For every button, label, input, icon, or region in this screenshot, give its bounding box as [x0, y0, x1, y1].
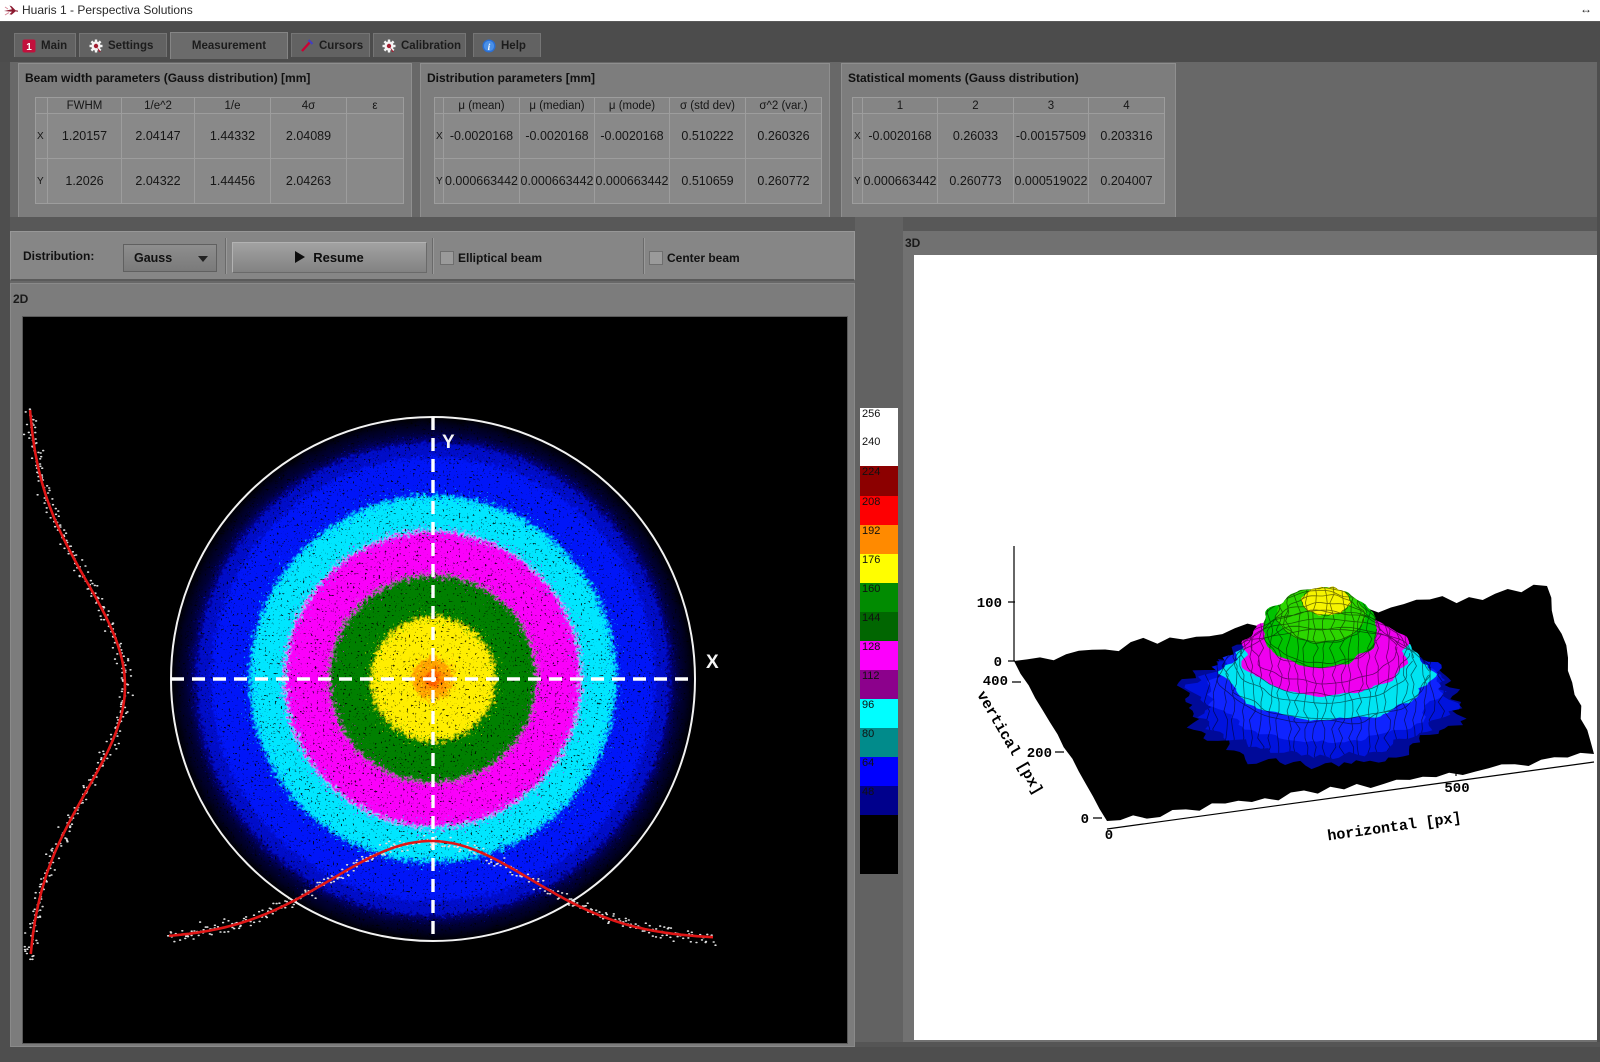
svg-text:X: X: [706, 652, 719, 673]
svg-text:Y: Y: [442, 432, 455, 453]
svg-text:i: i: [488, 43, 491, 53]
svg-text:1: 1: [26, 42, 32, 53]
svg-text:200: 200: [1027, 746, 1052, 762]
svg-text:0: 0: [1105, 828, 1113, 844]
svg-text:0: 0: [1081, 812, 1089, 828]
svg-text:100: 100: [977, 596, 1002, 612]
svg-text:500: 500: [1444, 781, 1469, 797]
svg-text:0: 0: [994, 655, 1002, 671]
